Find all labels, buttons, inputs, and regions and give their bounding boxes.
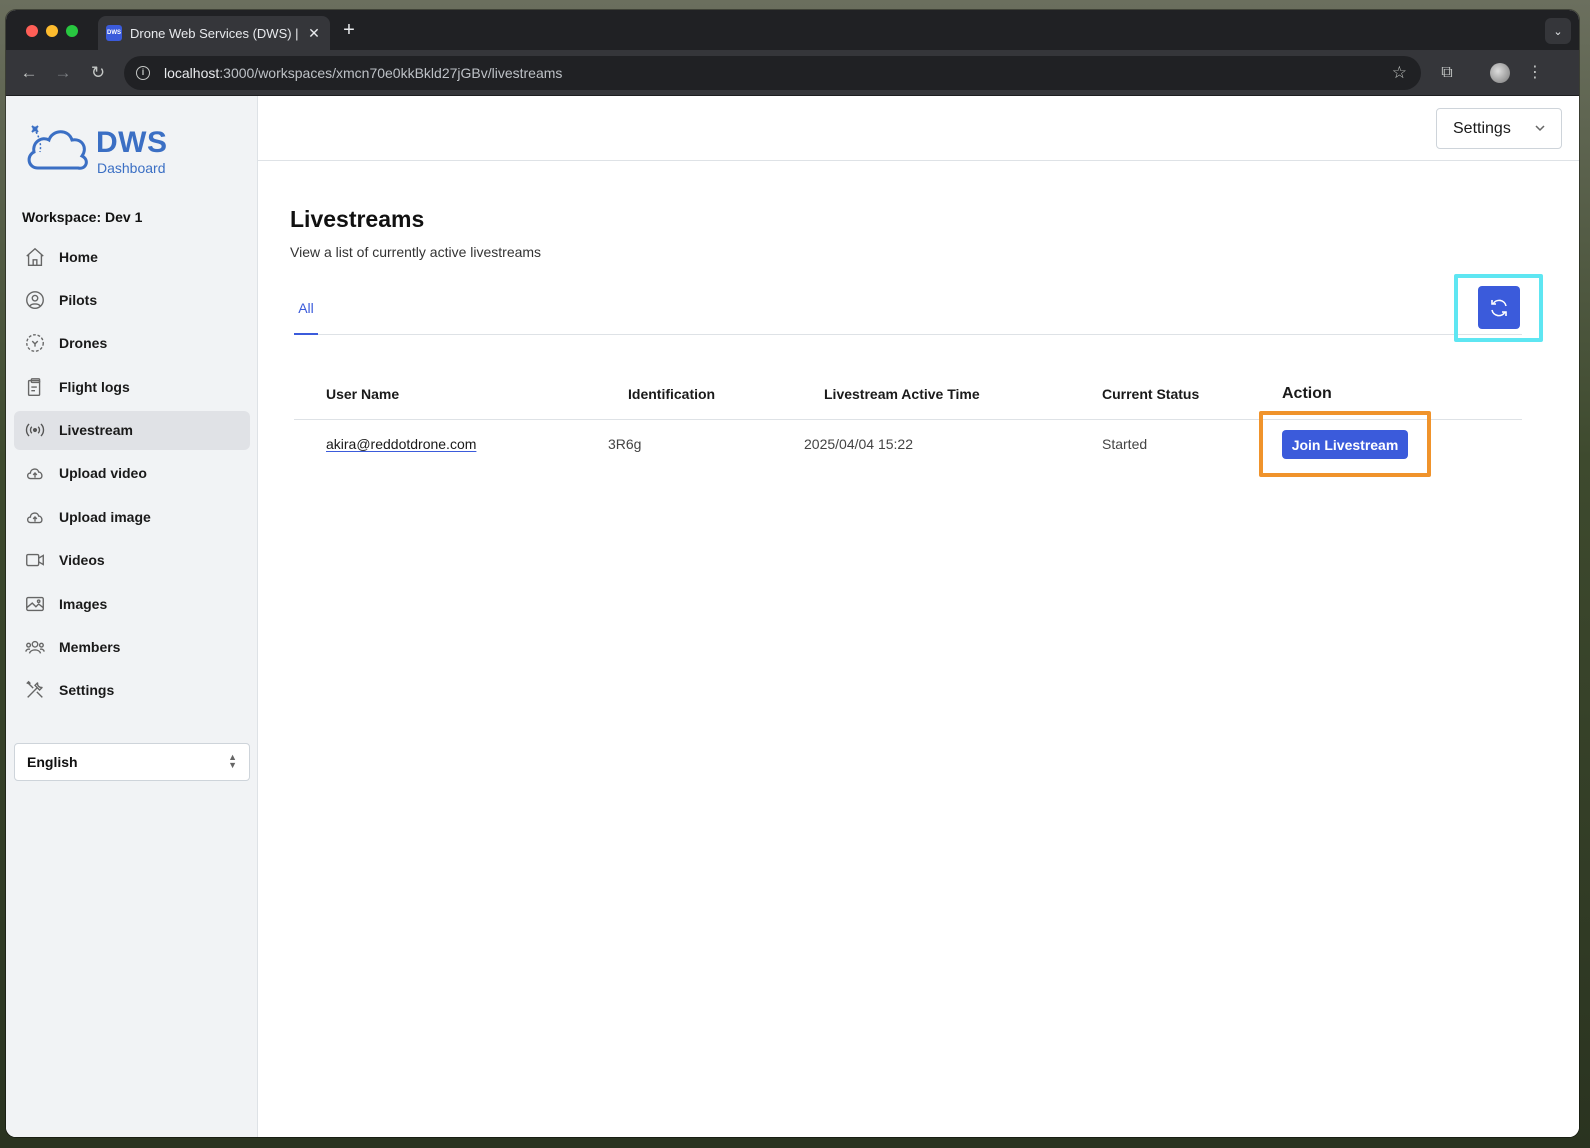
minimize-window-button[interactable] bbox=[46, 25, 58, 37]
forward-icon[interactable]: → bbox=[52, 62, 74, 84]
sidebar-item-label: Drones bbox=[59, 335, 108, 352]
refresh-icon bbox=[1491, 299, 1507, 316]
sidebar-item-label: Videos bbox=[59, 552, 105, 569]
url-host: localhost bbox=[164, 65, 220, 81]
sidebar-item-members[interactable]: Members bbox=[14, 628, 250, 667]
sidebar-item-label: Upload video bbox=[59, 465, 147, 482]
sidebar-item-drones[interactable]: Drones bbox=[14, 324, 250, 363]
main-content: Settings Livestreams View a list of curr… bbox=[258, 96, 1579, 1137]
app-root: DWS Dashboard Workspace: Dev 1 Home Pilo… bbox=[6, 96, 1579, 1137]
page-title: Livestreams bbox=[290, 206, 425, 232]
column-header-status: Current Status bbox=[1102, 386, 1200, 402]
cloud-upload-icon bbox=[26, 468, 43, 480]
refresh-button[interactable] bbox=[1478, 286, 1520, 329]
url-text: localhost:3000/workspaces/xmcn70e0kkBkld… bbox=[164, 65, 562, 81]
browser-toolbar: ← → ↻ i localhost:3000/workspaces/xmcn70… bbox=[6, 50, 1579, 96]
cloud-upload-icon bbox=[26, 512, 43, 524]
user-circle-icon bbox=[26, 290, 44, 309]
dws-logo[interactable]: DWS Dashboard bbox=[24, 120, 174, 180]
logo-subtitle: Dashboard bbox=[97, 160, 166, 176]
browser-window: DWS Drone Web Services (DWS) | ... ✕ + ⌄… bbox=[6, 10, 1579, 1137]
broadcast-icon bbox=[25, 423, 45, 437]
sidebar-item-label: Images bbox=[59, 595, 108, 612]
browser-tab[interactable]: DWS Drone Web Services (DWS) | ... ✕ bbox=[98, 16, 330, 50]
tab-all[interactable]: All bbox=[294, 294, 318, 335]
profile-avatar[interactable] bbox=[1490, 63, 1510, 83]
sidebar-item-livestream[interactable]: Livestream bbox=[14, 410, 250, 450]
column-header-identification: Identification bbox=[628, 386, 716, 402]
sidebar-item-label: Livestream bbox=[59, 422, 133, 439]
tab-strip: DWS Drone Web Services (DWS) | ... ✕ + ⌄ bbox=[6, 10, 1579, 50]
cloud-drone-logo-icon bbox=[27, 125, 88, 170]
logo-title: DWS bbox=[96, 126, 168, 159]
user-name-link[interactable]: akira@reddotdrone.com bbox=[326, 436, 476, 452]
tools-icon bbox=[26, 681, 43, 699]
chevron-down-icon bbox=[1535, 125, 1545, 132]
select-arrows-icon: ▲ ▼ bbox=[228, 752, 237, 770]
tab-title: Drone Web Services (DWS) | ... bbox=[130, 25, 300, 41]
maximize-window-button[interactable] bbox=[66, 25, 78, 37]
close-window-button[interactable] bbox=[26, 25, 38, 37]
sidebar-nav: Home Pilots Drones Flight logs Livestrea… bbox=[14, 237, 250, 714]
join-livestream-button[interactable]: Join Livestream bbox=[1282, 430, 1408, 459]
workspace-label: Workspace: Dev 1 bbox=[22, 209, 143, 225]
language-value: English bbox=[27, 754, 78, 770]
drone-icon bbox=[26, 334, 44, 353]
sidebar-item-label: Home bbox=[59, 248, 98, 265]
column-header-action: Action bbox=[1282, 385, 1332, 402]
image-icon bbox=[26, 596, 44, 611]
identification-cell: 3R6g bbox=[608, 436, 642, 452]
url-path: :3000/workspaces/xmcn70e0kkBkld27jGBv/li… bbox=[219, 65, 563, 81]
favicon-icon: DWS bbox=[106, 25, 122, 41]
status-cell: Started bbox=[1102, 436, 1148, 452]
sidebar-item-home[interactable]: Home bbox=[14, 237, 250, 276]
top-header: Settings bbox=[258, 96, 1579, 161]
sidebar-item-videos[interactable]: Videos bbox=[14, 541, 250, 580]
sidebar: DWS Dashboard Workspace: Dev 1 Home Pilo… bbox=[6, 96, 258, 1137]
bookmark-star-icon[interactable]: ☆ bbox=[1392, 63, 1407, 83]
address-bar[interactable]: i localhost:3000/workspaces/xmcn70e0kkBk… bbox=[124, 56, 1421, 90]
sidebar-item-images[interactable]: Images bbox=[14, 584, 250, 623]
column-header-user-name: User Name bbox=[326, 386, 400, 402]
tab-close-icon[interactable]: ✕ bbox=[306, 25, 322, 42]
sidebar-item-label: Settings bbox=[59, 682, 115, 699]
sidebar-item-label: Flight logs bbox=[59, 378, 130, 395]
sidebar-item-label: Pilots bbox=[59, 291, 98, 308]
users-icon bbox=[25, 640, 45, 654]
back-icon[interactable]: ← bbox=[18, 62, 40, 84]
language-select[interactable]: English ▲ ▼ bbox=[14, 743, 250, 781]
sidebar-item-upload-image[interactable]: Upload image bbox=[14, 497, 250, 536]
home-icon bbox=[26, 247, 44, 266]
reload-icon[interactable]: ↻ bbox=[87, 62, 109, 84]
tab-search-icon[interactable]: ⌄ bbox=[1545, 18, 1571, 44]
site-info-icon[interactable]: i bbox=[136, 66, 150, 80]
settings-dropdown-button[interactable]: Settings bbox=[1436, 108, 1562, 149]
sidebar-item-pilots[interactable]: Pilots bbox=[14, 280, 250, 319]
clipboard-icon bbox=[27, 377, 41, 396]
active-time-cell: 2025/04/04 15:22 bbox=[804, 436, 913, 452]
video-icon bbox=[26, 554, 44, 567]
sidebar-item-label: Members bbox=[59, 639, 121, 656]
extensions-icon[interactable]: ⧉ bbox=[1436, 62, 1458, 84]
column-header-active-time: Livestream Active Time bbox=[824, 386, 980, 402]
tabs: All bbox=[294, 294, 1522, 335]
sidebar-item-flight-logs[interactable]: Flight logs bbox=[14, 367, 250, 406]
sidebar-item-settings[interactable]: Settings bbox=[14, 671, 250, 710]
page-subtitle: View a list of currently active livestre… bbox=[290, 244, 542, 260]
settings-button-label: Settings bbox=[1453, 119, 1511, 137]
browser-menu-icon[interactable]: ⋮ bbox=[1524, 62, 1546, 84]
sidebar-item-upload-video[interactable]: Upload video bbox=[14, 454, 250, 493]
new-tab-icon[interactable]: + bbox=[338, 19, 360, 42]
sidebar-item-label: Upload image bbox=[59, 508, 151, 525]
